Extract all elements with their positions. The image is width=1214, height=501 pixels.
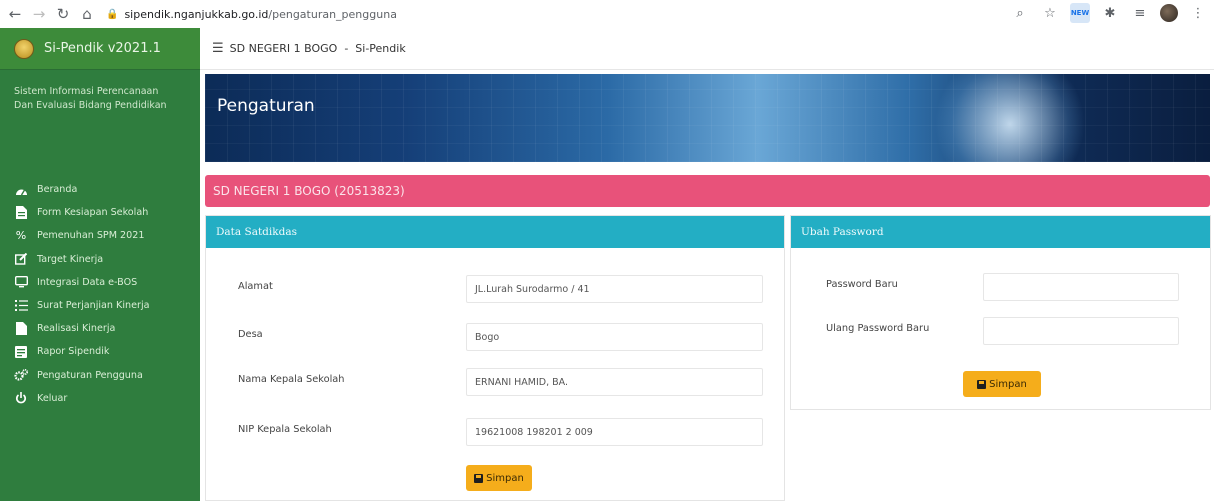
browser-nav: ← → ↻ ⌂ — [4, 3, 98, 25]
forward-arrow-icon[interactable]: → — [28, 3, 50, 25]
nip-row: NIP Kepala Sekolah 19621008 198201 2 009 — [206, 416, 784, 446]
sidebar-item-integrasi-ebos[interactable]: Integrasi Data e-BOS — [0, 271, 200, 294]
dashboard-icon — [14, 183, 28, 197]
sidebar-item-realisasi-kinerja[interactable]: Realisasi Kinerja — [0, 317, 200, 340]
sidebar-item-label: Target Kinerja — [37, 253, 104, 265]
sidebar-item-surat-perjanjian[interactable]: Surat Perjanjian Kinerja — [0, 294, 200, 317]
nip-field[interactable]: 19621008 198201 2 009 — [466, 418, 763, 446]
sidebar-item-label: Form Kesiapan Sekolah — [37, 207, 149, 219]
back-arrow-icon[interactable]: ← — [4, 3, 26, 25]
power-icon — [14, 391, 28, 405]
sidebar-item-beranda[interactable]: Beranda — [0, 178, 200, 201]
sidebar-item-label: Pengaturan Pengguna — [37, 369, 143, 381]
password-panel-header: Ubah Password — [791, 216, 1210, 248]
puzzle-icon[interactable]: ✱ — [1100, 3, 1120, 23]
page-banner: Pengaturan — [205, 74, 1210, 162]
kepala-sekolah-label: Nama Kepala Sekolah — [238, 374, 345, 385]
percent-icon: % — [15, 229, 27, 243]
browser-toolbar: ← → ↻ ⌂ 🔒 sipendik.nganjukkab.go.id/peng… — [0, 0, 1214, 28]
alamat-label: Alamat — [238, 281, 273, 292]
sidebar-item-label: Keluar — [37, 392, 68, 404]
edit-icon — [14, 252, 28, 266]
tagline-line2: Dan Evaluasi Bidang Pendidikan — [14, 100, 167, 111]
document-icon — [14, 206, 28, 220]
browser-actions: ⌕ ☆ NEW ✱ ≡ ⋮ — [1010, 3, 1208, 23]
extension-new-icon[interactable]: NEW — [1070, 3, 1090, 23]
sidebar-item-label: Beranda — [37, 184, 78, 196]
new-password-input[interactable] — [983, 273, 1179, 301]
floppy-disk-icon — [474, 473, 484, 483]
url-domain: sipendik.nganjukkab.go.id — [124, 7, 269, 21]
school-title-bar: SD NEGERI 1 BOGO (20513823) — [205, 175, 1210, 207]
logo-icon — [14, 38, 34, 59]
sidebar-item-label: Surat Perjanjian Kinerja — [37, 300, 150, 312]
hamburger-icon[interactable]: ☰ — [212, 41, 224, 56]
desa-row: Desa Bogo — [206, 321, 784, 351]
topbar-title: SD NEGERI 1 BOGO - Si-Pendik — [229, 42, 406, 55]
new-password-label: Password Baru — [826, 279, 898, 290]
sidebar-item-label: Realisasi Kinerja — [37, 323, 116, 335]
sidebar-item-rapor-sipendik[interactable]: Rapor Sipendik — [0, 340, 200, 363]
lock-icon: 🔒 — [106, 8, 119, 20]
list-icon — [14, 299, 28, 313]
satdikdas-save-button[interactable]: Simpan — [466, 465, 532, 491]
page-title: Pengaturan — [217, 96, 315, 116]
star-icon[interactable]: ☆ — [1040, 3, 1060, 23]
password-save-button[interactable]: Simpan — [963, 371, 1041, 397]
alamat-field[interactable]: JL.Lurah Surodarmo / 41 — [466, 275, 763, 303]
reload-icon[interactable]: ↻ — [52, 3, 74, 25]
desa-field[interactable]: Bogo — [466, 323, 763, 351]
sidebar-item-label: Pemenuhan SPM 2021 — [37, 230, 145, 242]
profile-avatar[interactable] — [1160, 4, 1178, 22]
zoom-icon[interactable]: ⌕ — [1010, 3, 1030, 23]
kebab-menu-icon[interactable]: ⋮ — [1188, 3, 1208, 23]
satdikdas-panel: Data Satdikdas Alamat JL.Lurah Surodarmo… — [205, 215, 785, 501]
alamat-row: Alamat JL.Lurah Surodarmo / 41 — [206, 273, 784, 303]
sidebar-item-pengaturan-pengguna[interactable]: Pengaturan Pengguna — [0, 364, 200, 387]
repeat-password-input[interactable] — [983, 317, 1179, 345]
sidebar-item-pemenuhan-spm[interactable]: % Pemenuhan SPM 2021 — [0, 224, 200, 247]
sidebar: Si-Pendik v2021.1 Sistem Informasi Peren… — [0, 28, 200, 501]
sidebar-item-label: Rapor Sipendik — [37, 346, 110, 358]
url-path: /pengaturan_pengguna — [268, 7, 397, 21]
save-label: Simpan — [989, 378, 1027, 390]
save-label: Simpan — [486, 472, 524, 484]
desa-label: Desa — [238, 329, 263, 340]
kepala-sekolah-field[interactable]: ERNANI HAMID, BA. — [466, 368, 763, 396]
kepala-sekolah-row: Nama Kepala Sekolah ERNANI HAMID, BA. — [206, 366, 784, 396]
sidebar-menu: Beranda Form Kesiapan Sekolah % Pemenuha… — [0, 178, 200, 410]
address-bar[interactable]: 🔒 sipendik.nganjukkab.go.id/pengaturan_p… — [106, 8, 397, 21]
topbar: ☰ SD NEGERI 1 BOGO - Si-Pendik — [200, 28, 1214, 70]
password-panel: Ubah Password Password Baru Ulang Passwo… — [790, 215, 1211, 410]
home-icon[interactable]: ⌂ — [76, 3, 98, 25]
page: ← → ↻ ⌂ 🔒 sipendik.nganjukkab.go.id/peng… — [0, 0, 1214, 501]
tagline-line1: Sistem Informasi Perencanaan — [14, 86, 159, 97]
report-icon — [14, 345, 28, 359]
school-title: SD NEGERI 1 BOGO (20513823) — [213, 184, 405, 198]
banner-glow — [930, 74, 1090, 162]
sidebar-item-label: Integrasi Data e-BOS — [37, 276, 138, 288]
satdikdas-panel-header: Data Satdikdas — [206, 216, 784, 248]
reading-list-icon[interactable]: ≡ — [1130, 3, 1150, 23]
nip-label: NIP Kepala Sekolah — [238, 424, 332, 435]
sidebar-item-keluar[interactable]: Keluar — [0, 387, 200, 410]
sidebar-item-target-kinerja[interactable]: Target Kinerja — [0, 248, 200, 271]
brand-name: Si-Pendik v2021.1 — [44, 41, 161, 56]
repeat-password-label: Ulang Password Baru — [826, 323, 930, 334]
sidebar-brand[interactable]: Si-Pendik v2021.1 — [0, 28, 200, 70]
gears-icon — [14, 368, 28, 382]
file-icon — [14, 322, 28, 336]
sidebar-item-form-kesiapan[interactable]: Form Kesiapan Sekolah — [0, 201, 200, 224]
monitor-icon — [14, 275, 28, 289]
floppy-disk-icon — [977, 379, 987, 389]
